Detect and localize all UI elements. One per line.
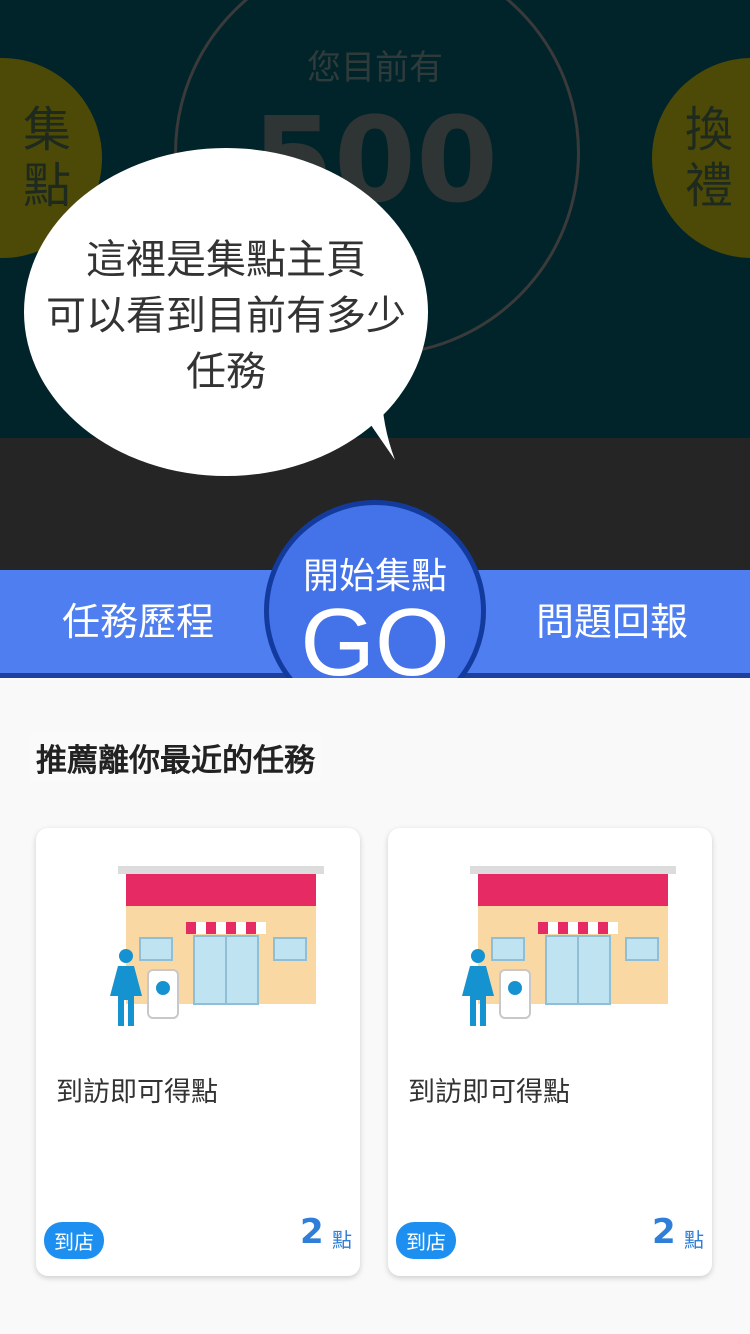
task-card[interactable]: 到訪即可得點 到店 2 點 bbox=[36, 828, 360, 1276]
task-history-tab[interactable]: 任務歷程 bbox=[62, 596, 214, 648]
points-caption: 您目前有 bbox=[307, 48, 443, 88]
task-title: 到訪即可得點 bbox=[408, 1077, 570, 1108]
task-points-unit: 點 bbox=[684, 1228, 704, 1252]
tooltip-text: 這裡是集點主頁 可以看到目前有多少 任務 bbox=[24, 232, 428, 400]
visit-store-tag: 到店 bbox=[44, 1222, 104, 1259]
tooltip-line-3: 任務 bbox=[186, 349, 266, 395]
feedback-tab[interactable]: 問題回報 bbox=[536, 596, 688, 648]
store-illustration-icon bbox=[110, 866, 324, 1026]
task-card[interactable]: 到訪即可得點 到店 2 點 bbox=[388, 828, 712, 1276]
tooltip-line-2: 可以看到目前有多少 bbox=[46, 293, 406, 339]
tooltip-line-1: 這裡是集點主頁 bbox=[86, 237, 366, 283]
store-illustration-icon bbox=[462, 866, 676, 1026]
visit-store-tag: 到店 bbox=[396, 1222, 456, 1259]
task-points: 2 bbox=[300, 1212, 324, 1252]
section-title: 推薦離你最近的任務 bbox=[30, 733, 321, 782]
task-points-unit: 點 bbox=[332, 1228, 352, 1252]
task-points: 2 bbox=[652, 1212, 676, 1252]
task-title: 到訪即可得點 bbox=[56, 1077, 218, 1108]
